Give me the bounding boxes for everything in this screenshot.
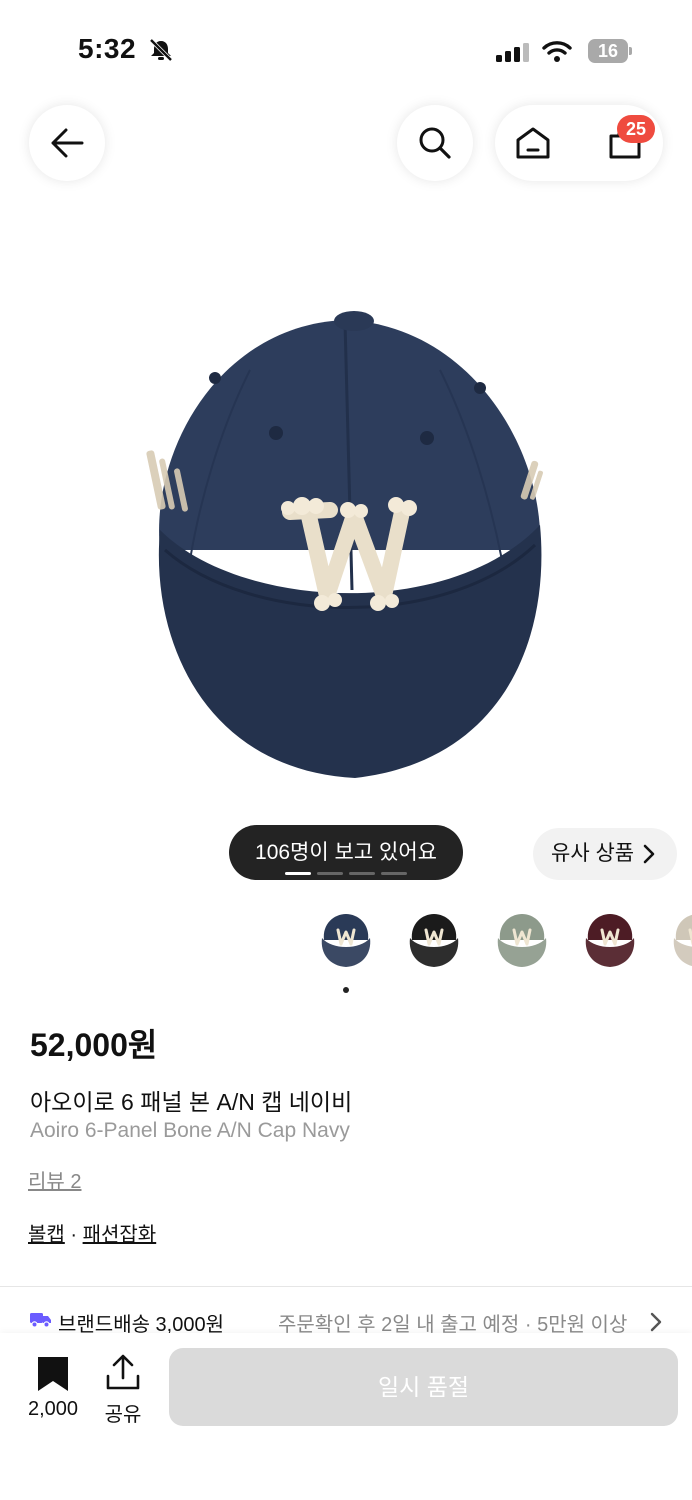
category-separator: · [64, 1224, 83, 1246]
wifi-icon [542, 40, 572, 67]
product-name-english: Aoiro 6-Panel Bone A/N Cap Navy [30, 1119, 350, 1142]
similar-products-button[interactable]: 유사 상품 [533, 828, 677, 880]
category-breadcrumb: 볼캡 · 패션잡화 [28, 1218, 156, 1247]
image-page-indicator [285, 872, 409, 875]
search-button[interactable] [397, 105, 473, 181]
battery-level: 16 [597, 41, 619, 61]
home-button[interactable] [495, 105, 571, 181]
bookmark-icon [38, 1357, 68, 1391]
chevron-right-icon [643, 844, 655, 864]
shipping-detail: 주문확인 후 2일 내 출고 예정 · 5만원 이상 [278, 1314, 628, 1336]
status-time: 5:32 [78, 33, 137, 64]
share-label: 공유 [104, 1404, 142, 1426]
color-thumbnail-sage[interactable] [488, 906, 556, 974]
bookmark-button[interactable]: 2,000 [20, 1352, 86, 1424]
section-divider [0, 1286, 692, 1287]
color-thumbnail-navy[interactable] [312, 906, 380, 974]
category-link-fashion-goods[interactable]: 패션잡화 [83, 1224, 157, 1246]
shipping-fee: 브랜드배송 3,000원 [58, 1314, 225, 1336]
bookmark-count: 2,000 [27, 1398, 79, 1420]
home-icon [516, 127, 550, 159]
share-icon [106, 1354, 140, 1390]
truck-icon [30, 1313, 51, 1328]
signal-icon [496, 42, 532, 67]
share-button[interactable]: 공유 [98, 1352, 148, 1426]
color-thumbnail-black[interactable] [400, 906, 468, 974]
product-price: 52,000원 [30, 1027, 158, 1063]
chevron-right-icon [650, 1312, 662, 1332]
arrow-left-icon [51, 128, 84, 158]
cart-count-badge: 25 [617, 115, 655, 143]
similar-products-label: 유사 상품 [551, 842, 635, 865]
back-button[interactable] [29, 105, 105, 181]
temporarily-sold-out-button[interactable]: 일시 품절 [169, 1348, 678, 1426]
bell-slash-icon [148, 38, 174, 67]
product-image[interactable] [130, 300, 560, 795]
color-thumbnail-beige[interactable] [664, 906, 692, 974]
color-thumbnail-burgundy[interactable] [576, 906, 644, 974]
review-link[interactable]: 리뷰 2 [28, 1165, 81, 1194]
battery-icon: 16 [588, 39, 632, 63]
shipping-info-row[interactable]: 브랜드배송 3,000원 주문확인 후 2일 내 출고 예정 · 5만원 이상 [30, 1306, 670, 1336]
category-link-ballcap[interactable]: 볼캡 [28, 1224, 65, 1246]
product-name-korean: 아오이로 6 패널 본 A/N 캡 네이비 [30, 1089, 353, 1115]
search-icon [419, 127, 451, 159]
thumbnail-page-dot [343, 987, 349, 993]
